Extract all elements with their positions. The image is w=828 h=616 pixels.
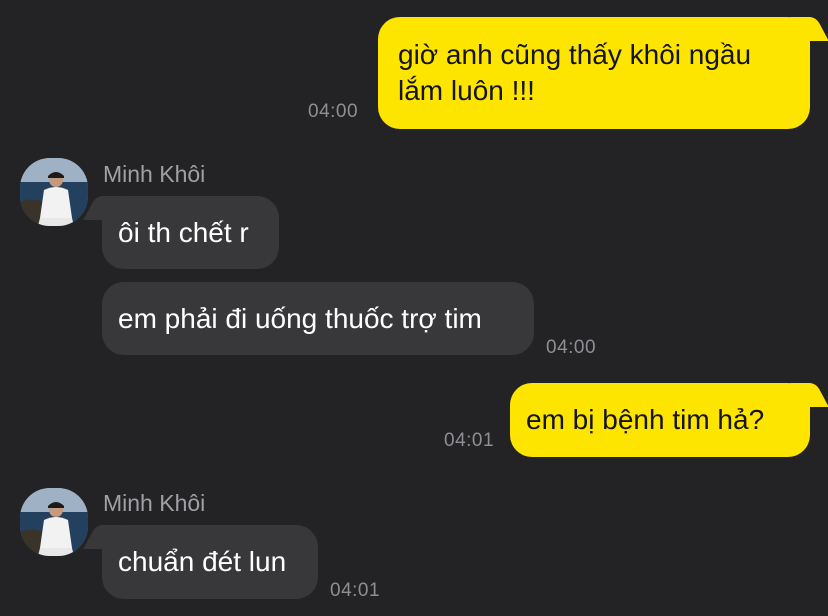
sender-name: Minh Khôi xyxy=(103,161,206,187)
message-timestamp: 04:01 xyxy=(330,580,381,601)
message-timestamp: 04:00 xyxy=(308,101,359,122)
sender-name: Minh Khôi xyxy=(103,490,206,516)
incoming-message-bubble[interactable]: em phải đi uống thuốc trợ tim xyxy=(102,282,534,355)
avatar-photo xyxy=(20,158,88,226)
outgoing-message-bubble[interactable]: giờ anh cũng thấy khôi ngầu lắm luôn !!! xyxy=(378,17,810,129)
avatar-photo xyxy=(20,488,88,556)
message-text: chuẩn đét lun xyxy=(118,546,287,577)
avatar[interactable] xyxy=(20,488,88,556)
incoming-message-bubble[interactable]: chuẩn đét lun xyxy=(102,525,318,599)
message-timestamp: 04:00 xyxy=(546,337,597,358)
incoming-message-bubble[interactable]: ôi th chết r xyxy=(102,196,279,269)
message-timestamp: 04:01 xyxy=(444,430,495,451)
message-text: ôi th chết r xyxy=(118,216,249,248)
message-text: em bị bệnh tim hả? xyxy=(526,404,765,435)
avatar[interactable] xyxy=(20,158,88,226)
message-text: giờ anh cũng thấy khôi ngầu lắm luôn !!! xyxy=(398,39,752,106)
outgoing-message-bubble[interactable]: em bị bệnh tim hả? xyxy=(510,383,810,457)
message-text: em phải đi uống thuốc trợ tim xyxy=(118,302,482,334)
